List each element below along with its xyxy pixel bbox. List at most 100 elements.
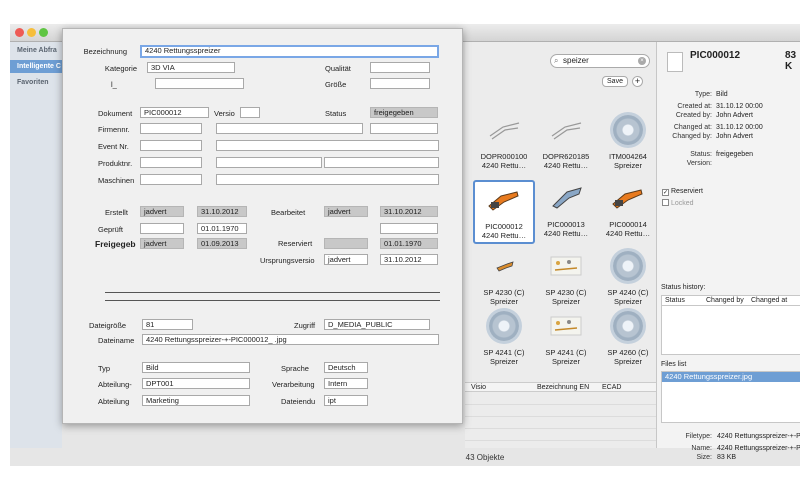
add-button[interactable]: + — [632, 76, 643, 87]
list-row-divider — [465, 440, 657, 441]
file-item[interactable]: 4240 Rettungsspreizer.jpg — [662, 372, 800, 382]
abteilung-label: Abteilung — [98, 397, 130, 406]
status-history-header: Status Changed by Changed at — [662, 296, 800, 306]
meta-row: Created by: John Advert — [657, 111, 753, 120]
dateiname-field[interactable]: 4240 Rettungsspreizer-+-PIC000012_ .jpg — [142, 334, 439, 345]
abteilung2-field[interactable]: DPT001 — [142, 378, 250, 389]
firmen-extra-field[interactable] — [370, 123, 438, 134]
tile-id: DOPR620185 — [542, 152, 590, 161]
meta-key: Created by: — [675, 112, 712, 119]
dateigroesse-field[interactable]: 81 — [142, 319, 193, 330]
produkt-name-field[interactable] — [216, 157, 322, 168]
close-window-button[interactable] — [15, 28, 24, 37]
tile-id: PIC000014 — [609, 220, 647, 229]
thumbnail-tile[interactable]: PIC000013 4240 Rettu… — [535, 180, 597, 244]
thumbnail-tile[interactable]: SP 4241 (C) Spreizer — [535, 308, 597, 372]
file-meta-value: 4240 Rettungsspreizer-+-PI — [717, 445, 800, 452]
sidebar-item-meine-abfragen[interactable]: Meine Abfra — [10, 44, 62, 57]
column-bezeichnung-en[interactable]: Bezeichnung EN — [537, 383, 589, 392]
meta-value: freigegeben — [716, 151, 753, 158]
column-ecad[interactable]: ECAD — [602, 383, 621, 392]
maschinen-field[interactable] — [140, 174, 202, 185]
thumbnail-tile[interactable]: SP 4260 (C) Spreizer — [597, 308, 659, 372]
reserviert-label: Reserviert — [278, 239, 313, 248]
zoom-window-button[interactable] — [39, 28, 48, 37]
sprache-field[interactable]: Deutsch — [324, 362, 368, 373]
sidebar-item-favoriten[interactable]: Favoriten — [10, 76, 62, 89]
event-name-field[interactable] — [216, 140, 439, 151]
gear-icon — [484, 308, 524, 344]
thumbnail-tile[interactable]: SP 4240 (C) Spreizer — [597, 248, 659, 312]
minimize-window-button[interactable] — [27, 28, 36, 37]
column-changed-by[interactable]: Changed by — [706, 296, 744, 305]
meta-key: Changed by: — [672, 133, 712, 140]
save-button[interactable]: Save — [602, 76, 628, 87]
clear-search-icon[interactable]: × — [638, 57, 646, 65]
abteilung-field[interactable]: Marketing — [142, 395, 250, 406]
dateiendu-field[interactable]: ipt — [324, 395, 368, 406]
version-label: Versio — [214, 109, 235, 118]
meta-value: Bild — [716, 91, 728, 98]
tile-id: PIC000013 — [547, 220, 585, 229]
eventnr-field[interactable] — [140, 140, 202, 151]
thumbnail-tile[interactable]: DOPR620185 4240 Rettu… — [535, 112, 597, 176]
column-visio[interactable]: Visio — [471, 383, 486, 392]
ursprung-date-field[interactable]: 31.10.2012 — [380, 254, 438, 265]
bezeichnung-field[interactable]: 4240 Rettungsspreizer — [140, 45, 439, 58]
produkt-extra-field[interactable] — [324, 157, 439, 168]
parts-sheet-icon — [546, 248, 586, 284]
bearbeitet-label: Bearbeitet — [271, 208, 306, 217]
status-label: Status — [325, 109, 347, 118]
files-list[interactable]: 4240 Rettungsspreizer.jpg — [661, 371, 800, 423]
ursprung-user-field[interactable]: jadvert — [324, 254, 368, 265]
tile-id: SP 4240 (C) — [607, 288, 649, 297]
locked-label: Locked — [671, 200, 694, 207]
locked-checkbox[interactable]: Locked — [662, 199, 694, 208]
small-field[interactable] — [155, 78, 244, 89]
geprueft-extra-field[interactable] — [380, 223, 438, 234]
geprueft-date-field[interactable]: 01.01.1970 — [197, 223, 247, 234]
column-status[interactable]: Status — [665, 296, 685, 305]
thumbnail-tile[interactable]: PIC000012 4240 Rettu… — [473, 180, 535, 244]
gear-icon — [608, 248, 648, 284]
status-history-table[interactable]: Status Changed by Changed at — [661, 295, 800, 355]
dokument-field[interactable]: PIC000012 — [140, 107, 209, 118]
firmenname-field[interactable] — [216, 123, 363, 134]
sidebar-item-intelligente[interactable]: Intelligente C — [10, 60, 62, 73]
produktnr-label: Produktnr. — [98, 159, 133, 168]
meta-row: Changed by: John Advert — [657, 132, 753, 141]
abteilung2-label: Abteilung- — [98, 380, 132, 389]
qualitaet-field[interactable] — [370, 62, 430, 73]
file-meta-key: Filetype: — [685, 433, 712, 440]
thumbnail-tile[interactable]: SP 4241 (C) Spreizer — [473, 308, 535, 372]
version-field[interactable] — [240, 107, 260, 118]
firmennr-field[interactable] — [140, 123, 202, 134]
tile-caption: Spreizer — [614, 357, 642, 366]
verarbeitung-label: Verarbeitung — [272, 380, 315, 389]
verarbeitung-field[interactable]: Intern — [324, 378, 368, 389]
tile-caption: 4240 Rettu… — [481, 231, 527, 240]
typ-field[interactable]: Bild — [142, 362, 250, 373]
groesse-field[interactable] — [370, 78, 430, 89]
thumbnail-tile[interactable]: PIC000014 4240 Rettu… — [597, 180, 659, 244]
tile-id: DOPR000100 — [480, 152, 528, 161]
geprueft-user-field[interactable] — [140, 223, 184, 234]
zugriff-label: Zugriff — [294, 321, 316, 330]
spreader-sketch-icon — [546, 112, 586, 148]
produktnr-field[interactable] — [140, 157, 202, 168]
tile-caption: Spreizer — [490, 357, 518, 366]
thumbnail-tile[interactable]: SP 4230 (C) Spreizer — [473, 248, 535, 312]
zugriff-field[interactable]: D_MEDIA_PUBLIC — [324, 319, 430, 330]
column-changed-at[interactable]: Changed at — [751, 296, 787, 305]
tile-id: SP 4241 (C) — [483, 348, 525, 357]
thumbnail-tile[interactable]: DOPR000100 4240 Rettu… — [473, 112, 535, 176]
geprueft-label: Geprüft — [98, 225, 124, 234]
thumbnail-tile[interactable]: SP 4230 (C) Spreizer — [535, 248, 597, 312]
kategorie-field[interactable]: 3D VIA — [147, 62, 235, 73]
maschinen-name-field[interactable] — [216, 174, 439, 185]
dateiname-label: Dateiname — [98, 336, 135, 345]
thumbnail-tile[interactable]: ITM004264 Spreizer — [597, 112, 659, 176]
firmennr-label: Firmennr. — [98, 125, 130, 134]
search-input[interactable]: ⌕ speizer × — [550, 54, 650, 68]
reserved-checkbox[interactable]: ✓ Reserviert — [662, 187, 703, 196]
